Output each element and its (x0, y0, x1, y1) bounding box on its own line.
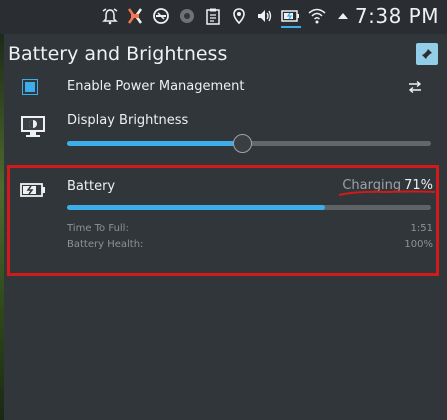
pin-icon (422, 49, 432, 59)
battery-health-value: 100% (404, 239, 433, 250)
wifi-icon[interactable] (307, 6, 327, 26)
brightness-slider[interactable] (67, 134, 431, 153)
unavailable-icon[interactable] (177, 6, 197, 26)
top-panel: 7:38 PM (0, 0, 447, 34)
clipboard-icon[interactable] (203, 6, 223, 26)
time-to-full-label: Time To Full: (67, 223, 129, 234)
battery-charge-fill (67, 205, 326, 210)
clock[interactable]: 7:38 PM (355, 4, 439, 28)
configure-icon[interactable] (407, 79, 423, 95)
battery-brightness-popup: Battery and Brightness Enable Power Mana… (4, 34, 447, 420)
time-to-full-value: 1:51 (410, 223, 433, 234)
power-management-checkbox[interactable] (22, 79, 38, 95)
display-brightness-label: Display Brightness (67, 113, 189, 128)
popup-title: Battery and Brightness (8, 43, 228, 65)
location-pin-icon[interactable] (229, 6, 249, 26)
battery-charging-icon (18, 180, 48, 200)
power-management-label: Enable Power Management (67, 79, 245, 94)
red-underline-annotation (338, 190, 436, 196)
expand-up-icon[interactable] (333, 6, 353, 26)
battery-tray-icon[interactable] (281, 6, 301, 28)
pin-button[interactable] (416, 43, 438, 65)
display-icon (18, 113, 48, 139)
sync-icon[interactable] (125, 6, 145, 26)
brightness-slider-handle[interactable] (232, 134, 252, 153)
battery-health-label: Battery Health: (67, 239, 144, 250)
brightness-slider-fill (67, 141, 242, 146)
volume-icon[interactable] (255, 6, 275, 26)
no-entry-icon[interactable] (151, 6, 171, 26)
checkbox-checked-mark (25, 82, 35, 92)
battery-charge-bar (67, 205, 431, 210)
alarm-icon[interactable] (100, 6, 120, 26)
battery-label: Battery (67, 179, 116, 194)
